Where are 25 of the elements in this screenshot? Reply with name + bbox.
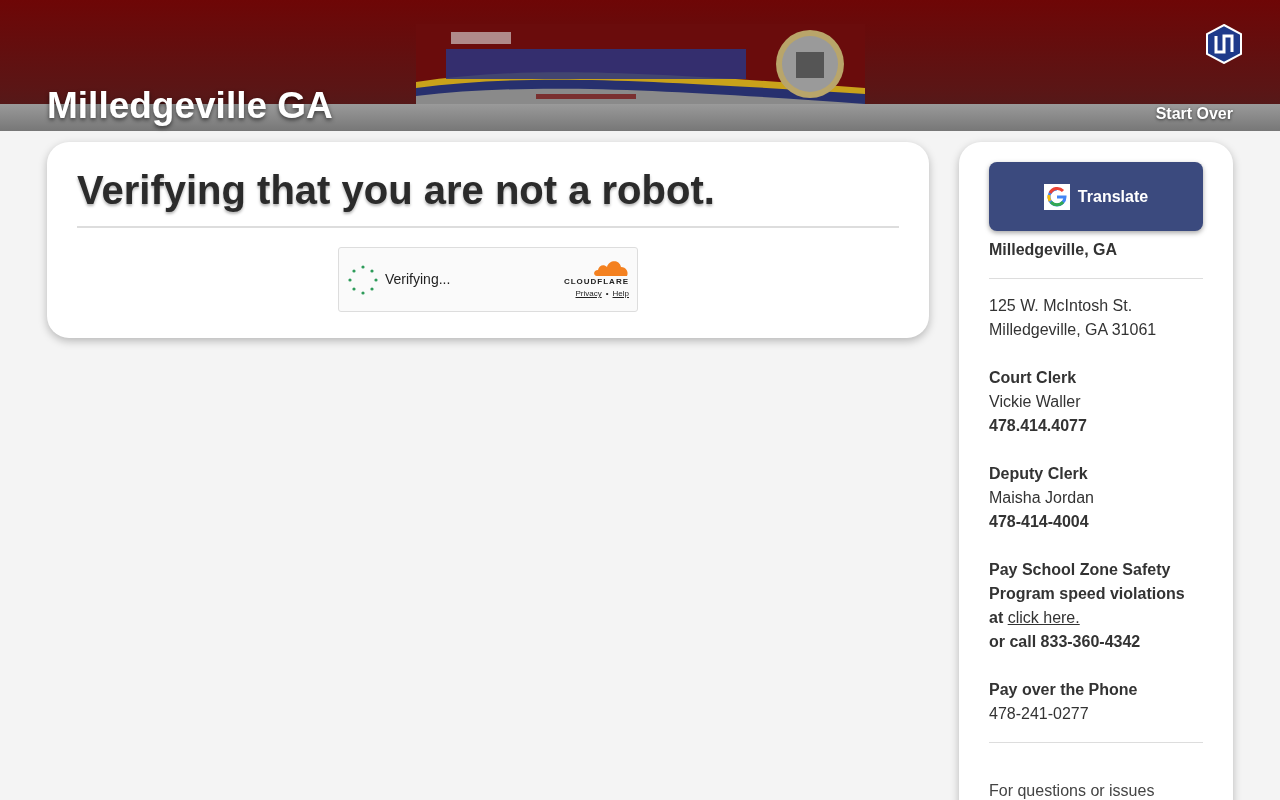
- separator-dot: •: [605, 288, 609, 300]
- verifying-status: Verifying...: [385, 270, 451, 289]
- cloud-icon: [593, 259, 629, 276]
- contact-role: Deputy Clerk: [989, 464, 1089, 484]
- org-name: Milledgeville, GA: [989, 238, 1203, 279]
- contact-phone: 478-414-4004: [989, 512, 1090, 532]
- hexagon-logo-icon[interactable]: [1205, 24, 1243, 64]
- contact-role: Court Clerk: [989, 368, 1078, 388]
- contact-phone: 478.414.4077: [989, 416, 1088, 436]
- payment-link[interactable]: click here.: [1007, 609, 1080, 626]
- brand-label: CLOUDFLARE: [563, 276, 629, 288]
- help-link[interactable]: Help: [612, 288, 629, 300]
- translate-button[interactable]: Translate: [989, 162, 1203, 231]
- address-line: Milledgeville, GA 31061: [989, 320, 1158, 340]
- footer-text: For questions or issues: [989, 781, 1156, 800]
- phone-payment-label: Pay over the Phone: [989, 680, 1139, 700]
- card-heading: Verifying that you are not a robot.: [77, 160, 899, 228]
- google-icon: [1043, 183, 1070, 210]
- address-line: 125 W. McIntosh St.: [989, 296, 1134, 316]
- spinner-icon: [347, 263, 379, 296]
- payment-note: Pay School Zone Safety Program speed violations at click here. or call 833-360-4342: [989, 560, 1186, 652]
- privacy-link[interactable]: Privacy: [575, 288, 602, 300]
- contact-name: Maisha Jordan: [989, 488, 1095, 508]
- phone-number: 478-241-0277: [989, 704, 1090, 724]
- contact-name: Vickie Waller: [989, 392, 1082, 412]
